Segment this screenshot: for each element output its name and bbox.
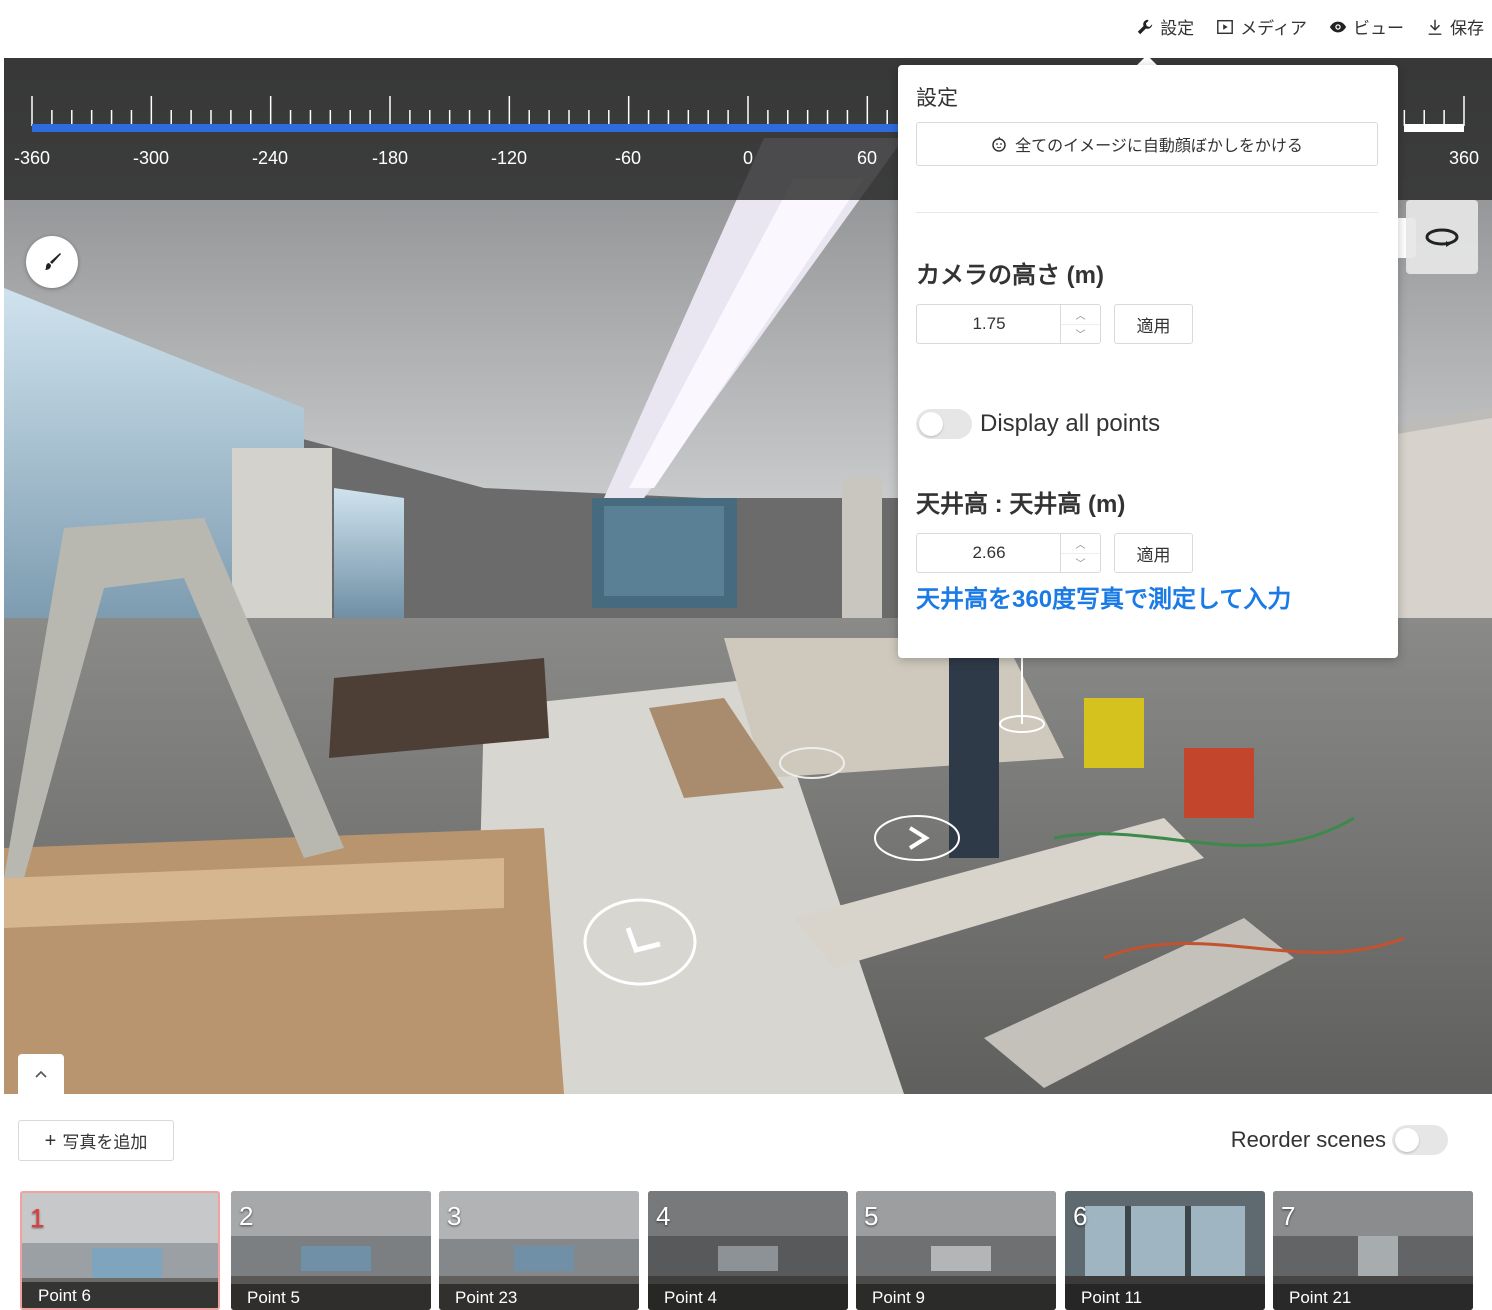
scene-strip: 1 Point 6 2 Point 5 3 Point 23 4 Point 4… [20,1191,1480,1310]
scene-thumbnail[interactable]: 7 Point 21 [1273,1191,1473,1310]
ceiling-height-stepper[interactable]: ︿ ﹀ [1060,534,1100,572]
scene-thumbnail[interactable]: 6 Point 11 [1065,1191,1265,1310]
scene-name: Point 11 [1065,1284,1265,1310]
scene-name: Point 5 [231,1284,431,1310]
ruler-label: 60 [856,148,878,168]
chevron-down-icon[interactable]: ﹀ [1061,554,1100,573]
camera-height-apply-button[interactable]: 適用 [1114,304,1193,344]
scene-number: 7 [1281,1201,1296,1231]
ruler-label: -120 [490,148,528,168]
display-all-points-toggle[interactable] [916,409,972,439]
ruler-label: -180 [371,148,409,168]
media-play-icon [1217,19,1234,34]
media-label: メディア [1240,19,1307,38]
add-photo-button[interactable]: + 写真を追加 [18,1120,174,1161]
ceiling-height-field[interactable] [917,534,1061,572]
ruler-label: -360 [13,148,51,168]
settings-popover: 設定 全てのイメージに自動顔ぼかしをかける カメラの高さ (m) ︿ ﹀ 適用 … [898,65,1398,658]
chevron-up-icon [35,1070,47,1078]
scene-number: 1 [30,1203,45,1233]
scene-thumbnail[interactable]: 5 Point 9 [856,1191,1056,1310]
ruler-progress-bar [32,124,902,132]
camera-height-stepper[interactable]: ︿ ﹀ [1060,305,1100,343]
blur-brush-button[interactable] [26,236,78,288]
ruler-label: -240 [251,148,289,168]
wrench-icon [1137,19,1153,34]
eye-icon [1329,21,1347,32]
scene-thumbnail[interactable]: 3 Point 23 [439,1191,639,1310]
reorder-scenes-label: Reorder scenes [1230,1127,1386,1152]
settings-title: 設定 [916,87,958,110]
brush-icon [45,253,61,270]
ceiling-height-input[interactable]: ︿ ﹀ [916,533,1101,573]
collapse-panel-button[interactable] [18,1054,64,1094]
save-menu-button[interactable]: 保存 [1426,14,1484,39]
scene-name: Point 21 [1273,1284,1473,1310]
download-icon [1428,19,1442,35]
ruler-label: 360 [1448,148,1480,168]
camera-height-field[interactable] [917,305,1061,343]
camera-height-label: カメラの高さ (m) [916,262,1104,289]
scene-thumbnail[interactable]: 1 Point 6 [20,1191,220,1310]
scene-number: 2 [239,1201,254,1231]
rotate-icon [1425,228,1459,247]
scene-name: Point 6 [22,1282,218,1308]
display-all-points-label: Display all points [980,410,1161,437]
chevron-up-icon[interactable]: ︿ [1061,305,1100,325]
display-all-points-row: Display all points [916,409,1160,439]
view-menu-button[interactable]: ビュー [1329,14,1404,39]
ruler-label: 0 [742,148,754,168]
ruler-track-end [1404,124,1464,132]
ruler-label: -60 [614,148,642,168]
add-photo-label: 写真を追加 [62,1133,148,1152]
view-label: ビュー [1353,19,1404,38]
scene-name: Point 9 [856,1284,1056,1310]
save-label: 保存 [1450,19,1484,38]
reorder-scenes-row: Reorder scenes [1231,1125,1448,1155]
ceiling-height-apply-button[interactable]: 適用 [1114,533,1193,573]
chevron-down-icon[interactable]: ﹀ [1061,325,1100,344]
face-blur-icon [992,136,1006,152]
scene-number: 4 [656,1201,671,1231]
ruler-label: -300 [132,148,170,168]
scene-thumbnail[interactable]: 4 Point 4 [648,1191,848,1310]
settings-menu-button[interactable]: 設定 [1136,14,1194,39]
scene-name: Point 4 [648,1284,848,1310]
scene-number: 5 [864,1201,879,1231]
reorder-scenes-toggle[interactable] [1392,1125,1448,1155]
camera-height-input[interactable]: ︿ ﹀ [916,304,1101,344]
chevron-up-icon[interactable]: ︿ [1061,534,1100,554]
auto-face-blur-button[interactable]: 全てのイメージに自動顔ぼかしをかける [916,122,1378,166]
plus-icon: + [44,1129,57,1152]
top-toolbar: 設定 メディア ビュー 保存 [0,0,1492,58]
ceiling-height-label: 天井高 : 天井高 (m) [916,491,1126,518]
settings-label: 設定 [1160,19,1195,38]
rotate-view-button[interactable] [1406,200,1478,274]
media-menu-button[interactable]: メディア [1216,14,1307,39]
scene-number: 6 [1073,1201,1088,1231]
measure-ceiling-link[interactable]: 天井高を360度写真で測定して入力 [916,579,1291,614]
scene-thumbnail[interactable]: 2 Point 5 [231,1191,431,1310]
scene-number: 3 [447,1201,462,1231]
scene-name: Point 23 [439,1284,639,1310]
divider [916,212,1378,213]
auto-face-blur-label: 全てのイメージに自動顔ぼかしをかける [1015,138,1303,155]
toolbar-menu: 設定 メディア ビュー 保存 [1136,14,1484,39]
